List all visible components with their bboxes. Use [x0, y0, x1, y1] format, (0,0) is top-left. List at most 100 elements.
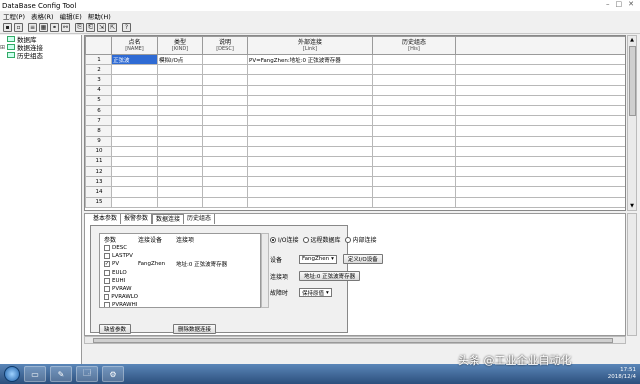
- cell-empty[interactable]: [455, 64, 625, 76]
- table-row[interactable]: 2: [85, 64, 625, 76]
- row-number[interactable]: 7: [85, 115, 112, 127]
- cell-name[interactable]: [111, 145, 158, 157]
- cell-his[interactable]: [372, 104, 456, 117]
- paste-icon[interactable]: ⎗: [86, 22, 95, 32]
- row-number[interactable]: 3: [85, 74, 112, 86]
- column-header[interactable]: 说明 [DESC]: [202, 36, 248, 55]
- list-item[interactable]: LASTPV: [100, 252, 260, 260]
- cell-link[interactable]: [247, 64, 373, 76]
- cell-his[interactable]: [372, 64, 456, 76]
- panel-vertical-scrollbar[interactable]: [627, 213, 637, 336]
- cell-link[interactable]: [247, 176, 373, 188]
- row-number[interactable]: 13: [85, 176, 112, 188]
- cell-empty[interactable]: [455, 145, 625, 157]
- menu-help[interactable]: 帮助(H): [88, 11, 111, 21]
- cell-desc[interactable]: [202, 74, 248, 86]
- cell-empty[interactable]: [455, 84, 625, 96]
- link-type-radio[interactable]: 远程数据库: [302, 235, 341, 244]
- cell-empty[interactable]: [455, 176, 625, 188]
- cell-name[interactable]: 正弦波: [111, 53, 158, 66]
- cell-empty[interactable]: [455, 94, 625, 106]
- cell-empty[interactable]: [455, 104, 625, 117]
- row-number[interactable]: 15: [85, 196, 112, 208]
- cell-name[interactable]: [111, 135, 158, 147]
- define-io-device-button[interactable]: 定义I/O设备: [342, 254, 383, 264]
- cell-desc[interactable]: [202, 135, 248, 147]
- cell-empty[interactable]: [455, 74, 625, 86]
- save-icon[interactable]: ▪: [3, 22, 12, 32]
- checkbox[interactable]: [104, 245, 110, 252]
- row-number[interactable]: 6: [85, 104, 112, 117]
- taskbar-app-icon[interactable]: ✎: [50, 366, 72, 382]
- table-row[interactable]: 14: [85, 186, 625, 198]
- cell-his[interactable]: [372, 186, 456, 198]
- taskbar-app-icon[interactable]: ⚙: [102, 366, 124, 382]
- cell-kind[interactable]: [157, 104, 203, 117]
- cell-desc[interactable]: [202, 166, 248, 178]
- cell-desc[interactable]: [202, 53, 248, 66]
- list-item[interactable]: PVRAW: [100, 285, 260, 293]
- export-icon[interactable]: ⇱: [108, 22, 117, 32]
- column-header[interactable]: 外部连接 [Link]: [247, 36, 373, 55]
- cell-kind[interactable]: [157, 166, 203, 178]
- cell-desc[interactable]: [202, 84, 248, 96]
- default-params-button[interactable]: 缺省参数: [99, 324, 132, 334]
- checkbox[interactable]: [104, 277, 110, 284]
- link-type-radio[interactable]: I/O连接: [270, 235, 299, 244]
- table-row[interactable]: 12: [85, 166, 625, 178]
- delete-link-button[interactable]: 删除数据连接: [173, 324, 217, 334]
- cell-desc[interactable]: [202, 64, 248, 76]
- table-row[interactable]: 9: [85, 135, 625, 147]
- cell-name[interactable]: [111, 176, 158, 188]
- table-row[interactable]: 5: [85, 94, 625, 106]
- cell-desc[interactable]: [202, 155, 248, 168]
- cell-his[interactable]: [372, 84, 456, 96]
- row-number[interactable]: 10: [85, 145, 112, 157]
- cell-his[interactable]: [372, 94, 456, 106]
- tree-node[interactable]: 历史组态: [0, 51, 81, 60]
- cell-link[interactable]: [247, 115, 373, 127]
- tab-2[interactable]: 数据连接: [152, 214, 185, 224]
- list-icon[interactable]: ≡: [28, 22, 37, 32]
- cell-name[interactable]: [111, 196, 158, 208]
- hscroll-thumb[interactable]: [93, 338, 613, 343]
- checkbox[interactable]: [104, 294, 110, 301]
- cell-name[interactable]: [111, 155, 158, 168]
- list-item[interactable]: DESC: [100, 244, 260, 252]
- cell-kind[interactable]: [157, 94, 203, 106]
- list-item[interactable]: EULO: [100, 269, 260, 277]
- cell-desc[interactable]: [202, 94, 248, 106]
- scroll-down-arrow[interactable]: ▼: [628, 202, 636, 210]
- cell-empty[interactable]: [455, 155, 625, 168]
- close-button[interactable]: ✕: [628, 0, 634, 8]
- row-number[interactable]: 11: [85, 155, 112, 168]
- cell-kind[interactable]: [157, 155, 203, 168]
- cell-kind[interactable]: [157, 135, 203, 147]
- cell-his[interactable]: [372, 125, 456, 137]
- cell-name[interactable]: [111, 94, 158, 106]
- cell-link[interactable]: [247, 155, 373, 168]
- cell-link[interactable]: [247, 145, 373, 157]
- cell-link[interactable]: [247, 94, 373, 106]
- cell-kind[interactable]: [157, 84, 203, 96]
- list-item[interactable]: PVRAWHI: [100, 301, 260, 307]
- grid-vertical-scrollbar[interactable]: ▲ ▼: [627, 35, 637, 211]
- cell-empty[interactable]: [455, 115, 625, 127]
- row-number[interactable]: 14: [85, 186, 112, 198]
- cell-desc[interactable]: [202, 115, 248, 127]
- table-row[interactable]: 8: [85, 125, 625, 137]
- cell-link[interactable]: [247, 74, 373, 86]
- list-item[interactable]: EUHI: [100, 277, 260, 285]
- minimize-button[interactable]: –: [606, 0, 610, 8]
- checkbox[interactable]: [104, 253, 110, 260]
- table-row[interactable]: 13: [85, 176, 625, 188]
- fault-select[interactable]: 保持原值 ▾: [299, 288, 332, 297]
- radio-dot[interactable]: [344, 236, 351, 243]
- row-number[interactable]: 12: [85, 166, 112, 178]
- cell-link[interactable]: [247, 104, 373, 117]
- row-number[interactable]: 1: [85, 53, 112, 66]
- grid-icon[interactable]: ▦: [39, 22, 48, 32]
- cell-his[interactable]: [372, 176, 456, 188]
- column-header[interactable]: 历史组态 [His]: [372, 36, 456, 55]
- list-item[interactable]: PVRAWLO: [100, 293, 260, 301]
